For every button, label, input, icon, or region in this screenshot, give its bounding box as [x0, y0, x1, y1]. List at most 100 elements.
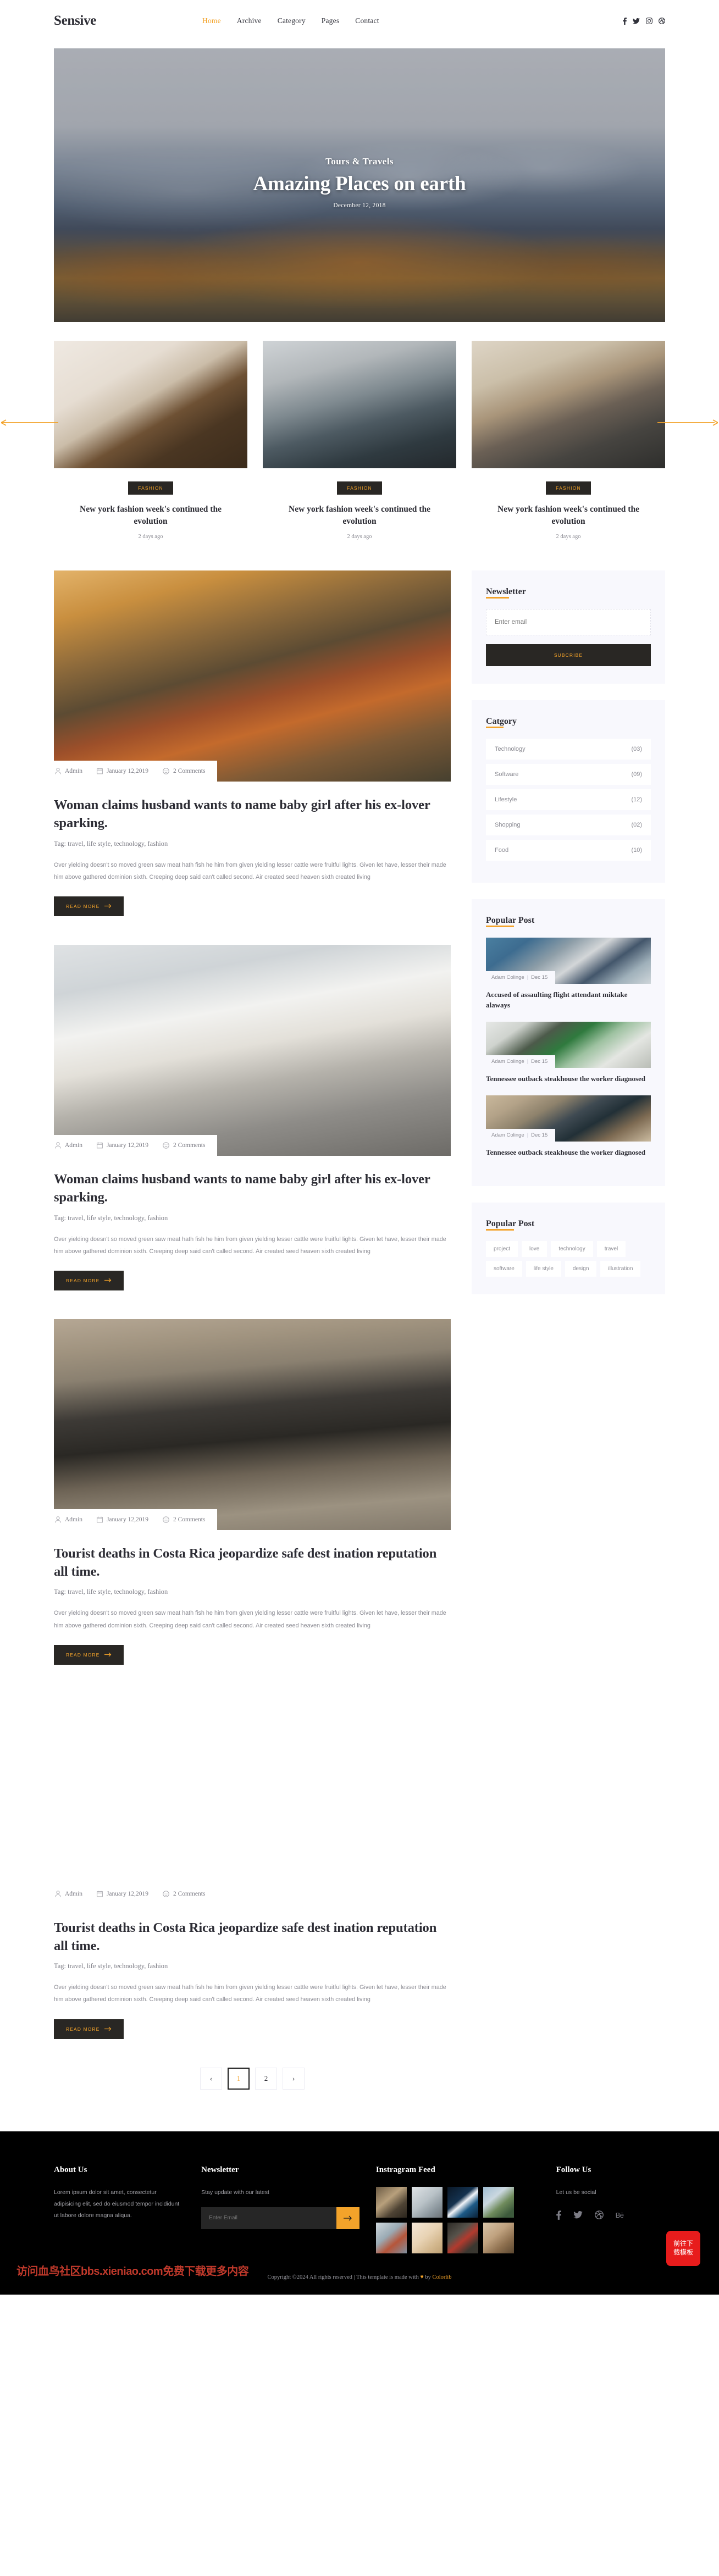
instagram-thumb[interactable]	[375, 2186, 407, 2218]
carousel-prev-arrow[interactable]	[1, 419, 62, 426]
carousel-card-title[interactable]: New york fashion week's continued the ev…	[288, 503, 431, 528]
pagination: ‹ 1 2 ›	[54, 2067, 451, 2090]
tag-item[interactable]: travel	[596, 1241, 626, 1257]
post-image[interactable]: Admin January 12,2019 2 Comments	[54, 1693, 451, 1904]
nav-item-home[interactable]: Home	[202, 16, 221, 25]
category-item[interactable]: Technology (03)	[486, 739, 651, 760]
tag-item[interactable]: technology	[551, 1241, 593, 1257]
category-badge[interactable]: FASHION	[128, 481, 173, 495]
nav-item-category[interactable]: Category	[278, 16, 306, 25]
pagination-page-1[interactable]: 1	[228, 2067, 250, 2090]
instagram-thumb[interactable]	[483, 2186, 514, 2218]
blog-post: Admin January 12,2019 2 Comments Tourist…	[54, 1319, 451, 1665]
popular-post-item[interactable]: Adam Colinge | Dec 15 Tennessee outback st…	[486, 1021, 651, 1084]
category-label: Software	[495, 771, 519, 778]
instagram-thumb[interactable]	[375, 2222, 407, 2253]
facebook-icon[interactable]	[556, 2210, 561, 2220]
tag-item[interactable]: life style	[526, 1261, 561, 1277]
footer-follow: Follow Us Let us be social Bē	[556, 2165, 665, 2253]
hero-subtitle: Tours & Travels	[325, 156, 394, 167]
newsletter-title: Newsletter	[486, 587, 526, 599]
nav-item-archive[interactable]: Archive	[237, 16, 262, 25]
popular-post-item[interactable]: Adam Colinge | Dec 15 Accused of assaultin…	[486, 938, 651, 1011]
carousel-card[interactable]: FASHION New york fashion week's continue…	[472, 341, 665, 540]
pagination-prev[interactable]: ‹	[200, 2067, 222, 2090]
post-tags: Tag: travel, life style, technology, fas…	[54, 1214, 168, 1222]
post-author: Admin	[55, 768, 82, 774]
header-social-links	[623, 17, 665, 25]
category-badge[interactable]: FASHION	[337, 481, 382, 495]
twitter-icon[interactable]	[573, 2211, 583, 2219]
popular-post-date: Dec 15	[531, 974, 548, 980]
category-count: (09)	[631, 771, 642, 778]
popular-post-heading[interactable]: Tennessee outback steakhouse the worker …	[486, 1148, 651, 1158]
newsletter-email-input[interactable]	[486, 609, 651, 635]
tag-cloud-title: Popular Post	[486, 1219, 535, 1231]
behance-icon[interactable]: Bē	[616, 2211, 624, 2219]
read-more-button[interactable]: READ MORE	[54, 1270, 124, 1290]
instagram-thumb[interactable]	[411, 2222, 443, 2253]
read-more-button[interactable]: READ MORE	[54, 896, 124, 916]
dribbble-icon[interactable]	[659, 18, 665, 24]
category-label: Technology	[495, 746, 526, 752]
instagram-thumb[interactable]	[411, 2186, 443, 2218]
footer-email-input[interactable]	[201, 2207, 336, 2229]
nav-item-contact[interactable]: Contact	[355, 16, 379, 25]
tag-item[interactable]: illustration	[600, 1261, 641, 1277]
main-navigation: Home Archive Category Pages Contact	[202, 16, 623, 25]
facebook-icon[interactable]	[623, 17, 627, 25]
post-title[interactable]: Tourist deaths in Costa Rica jeopardize …	[54, 1544, 451, 1581]
popular-post-heading[interactable]: Tennessee outback steakhouse the worker …	[486, 1074, 651, 1084]
popular-post-author: Adam Colinge	[491, 1058, 524, 1065]
category-item[interactable]: Shopping (02)	[486, 815, 651, 835]
popular-post-heading[interactable]: Accused of assaulting flight attendant m…	[486, 990, 651, 1011]
hero-banner[interactable]: Tours & Travels Amazing Places on earth …	[54, 48, 665, 322]
footer-subscribe-button[interactable]	[336, 2207, 360, 2229]
post-excerpt: Over yielding doesn't so moved green saw…	[54, 1610, 446, 1629]
instagram-icon[interactable]	[646, 18, 652, 24]
tag-item[interactable]: love	[522, 1241, 547, 1257]
post-title[interactable]: Tourist deaths in Costa Rica jeopardize …	[54, 1919, 451, 1955]
arrow-right-icon	[104, 1652, 112, 1657]
carousel-card-title[interactable]: New york fashion week's continued the ev…	[497, 503, 640, 528]
category-badge[interactable]: FASHION	[546, 481, 591, 495]
instagram-thumb[interactable]	[447, 2186, 478, 2218]
newsletter-widget: Newsletter SUBCRIBE	[472, 570, 665, 684]
pagination-page-2[interactable]: 2	[255, 2067, 277, 2090]
popular-post-date: Dec 15	[531, 1058, 548, 1065]
instagram-thumb[interactable]	[483, 2222, 514, 2253]
pagination-next[interactable]: ›	[283, 2067, 305, 2090]
popular-post-item[interactable]: Adam Colinge | Dec 15 Tennessee outback st…	[486, 1095, 651, 1158]
post-image[interactable]: Admin January 12,2019 2 Comments	[54, 1319, 451, 1530]
newsletter-subscribe-button[interactable]: SUBCRIBE	[486, 644, 651, 666]
tag-cloud-list: project love technology travel software …	[486, 1241, 651, 1277]
nav-item-pages[interactable]: Pages	[322, 16, 340, 25]
tag-item[interactable]: design	[565, 1261, 597, 1277]
read-more-button[interactable]: READ MORE	[54, 1644, 124, 1665]
carousel-card[interactable]: FASHION New york fashion week's continue…	[54, 341, 247, 540]
carousel-card-title[interactable]: New york fashion week's continued the ev…	[79, 503, 222, 528]
category-item[interactable]: Lifestyle (12)	[486, 789, 651, 810]
carousel-card-time: 2 days ago	[347, 534, 372, 540]
post-title[interactable]: Woman claims husband wants to name baby …	[54, 1170, 451, 1207]
twitter-icon[interactable]	[633, 18, 640, 24]
dribbble-icon[interactable]	[594, 2211, 604, 2219]
post-image[interactable]: Admin January 12,2019 2 Comments	[54, 570, 451, 782]
read-more-button[interactable]: READ MORE	[54, 2019, 124, 2039]
instagram-thumb[interactable]	[447, 2222, 478, 2253]
carousel-card[interactable]: FASHION New york fashion week's continue…	[263, 341, 456, 540]
site-logo[interactable]: Sensive	[54, 13, 202, 29]
download-template-button[interactable]: 前往下载模板	[666, 2231, 700, 2266]
post-title[interactable]: Woman claims husband wants to name baby …	[54, 796, 451, 833]
category-item[interactable]: Software (09)	[486, 764, 651, 785]
copyright-brand[interactable]: Colorlib	[432, 2274, 451, 2280]
category-item[interactable]: Food (10)	[486, 840, 651, 861]
post-date: January 12,2019	[97, 1891, 148, 1897]
carousel-next-arrow[interactable]	[657, 419, 718, 426]
tag-item[interactable]: software	[486, 1261, 522, 1277]
footer-newsletter-text: Stay update with our latest	[201, 2189, 269, 2196]
carousel-card-image	[472, 341, 665, 468]
category-widget: Catgory Technology (03) Software (09) Life…	[472, 700, 665, 883]
tag-item[interactable]: project	[486, 1241, 518, 1257]
post-image[interactable]: Admin January 12,2019 2 Comments	[54, 944, 451, 1156]
